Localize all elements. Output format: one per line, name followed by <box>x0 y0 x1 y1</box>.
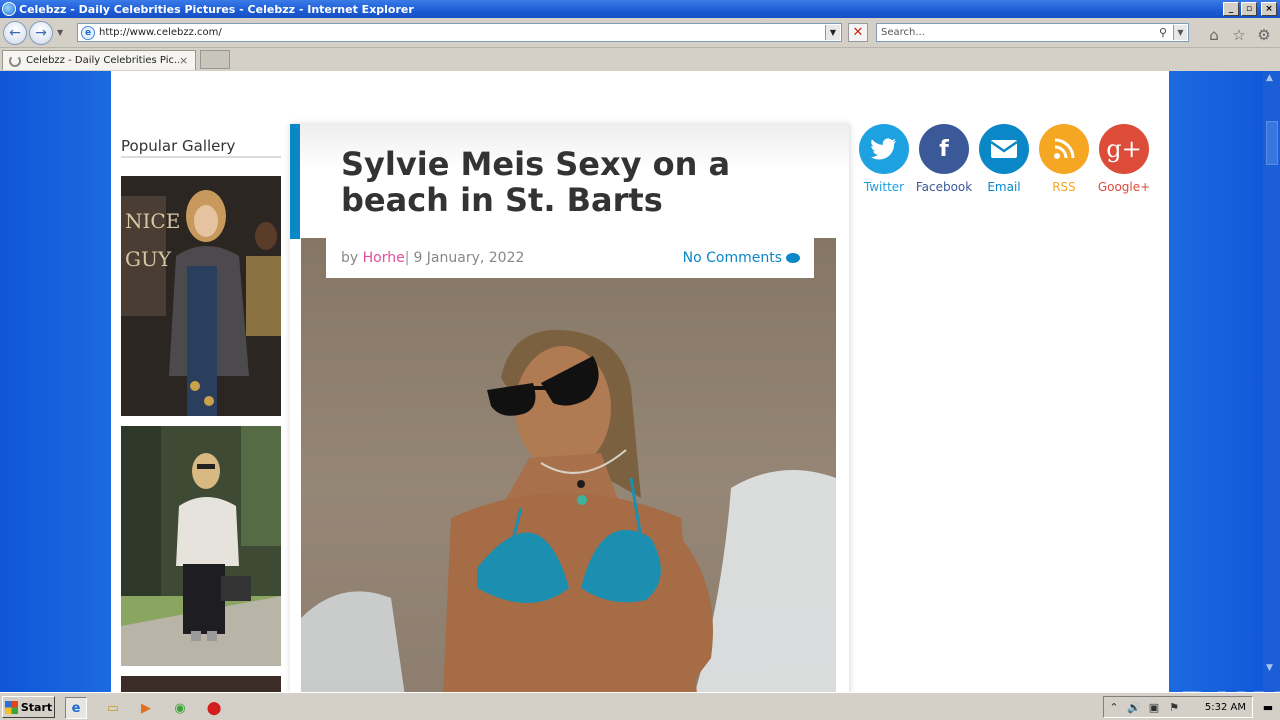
back-button[interactable]: ← <box>3 20 27 45</box>
forward-arrow-icon: → <box>35 24 47 41</box>
minimize-button[interactable]: _ <box>1223 2 1239 16</box>
tray-clock[interactable]: 5:32 AM <box>1205 702 1246 713</box>
facebook-icon[interactable]: f <box>919 124 969 174</box>
social-email[interactable]: Email <box>979 124 1029 194</box>
popular-gallery-heading: Popular Gallery <box>121 137 281 158</box>
twitter-label[interactable]: Twitter <box>864 180 904 194</box>
gallery-thumbnail-1[interactable]: NICE GUY <box>121 176 281 416</box>
restore-button[interactable]: ▫ <box>1241 2 1257 16</box>
web-viewport: Popular Gallery NICE GUY Sylvie Meis Sex… <box>0 71 1280 692</box>
gallery-thumbnail-2[interactable] <box>121 426 281 666</box>
tools-gear-icon[interactable]: ⚙ <box>1255 26 1273 44</box>
scroll-up-icon[interactable]: ▲ <box>1266 73 1273 83</box>
article-accent-bar <box>290 124 300 239</box>
tab-bar: Celebzz - Daily Celebrities Pic... × <box>0 48 1280 71</box>
search-box[interactable]: Search... ⚲ ▼ <box>876 23 1189 42</box>
loading-spinner-icon <box>9 54 21 67</box>
forward-button[interactable]: → <box>29 20 53 45</box>
author-link[interactable]: Horhe <box>363 250 405 266</box>
article-title[interactable]: Sylvie Meis Sexy on a beach in St. Barts <box>341 146 761 218</box>
svg-text:NICE: NICE <box>125 209 180 233</box>
search-dropdown-icon[interactable]: ▼ <box>1173 25 1187 40</box>
google-plus-icon[interactable]: g+ <box>1099 124 1149 174</box>
address-url[interactable]: http://www.celebzz.com/ <box>99 27 825 38</box>
by-label: by <box>341 250 359 266</box>
article-meta-bar: by Horhe | 9 January, 2022 No Comments <box>326 238 814 278</box>
social-links: Twitter f Facebook Email RSS g+ Google+ <box>859 124 1150 194</box>
taskbar-explorer-icon[interactable]: ▭ <box>102 697 124 719</box>
favorites-icon[interactable]: ☆ <box>1230 26 1248 44</box>
taskbar-chrome-icon[interactable]: ◉ <box>169 697 191 719</box>
window-title: Celebzz - Daily Celebrities Pictures - C… <box>19 2 414 16</box>
right-sidebar-divider <box>849 124 850 692</box>
navigation-bar: ← → ▼ e http://www.celebzz.com/ ▼ ✕ Sear… <box>0 18 1280 48</box>
social-googleplus[interactable]: g+ Google+ <box>1098 124 1150 194</box>
svg-text:GUY: GUY <box>125 247 172 271</box>
history-dropdown-icon[interactable]: ▼ <box>57 28 63 37</box>
action-center-flag-icon[interactable]: ⚑ <box>1164 701 1184 714</box>
address-dropdown-icon[interactable]: ▼ <box>825 25 840 40</box>
article-card: Sylvie Meis Sexy on a beach in St. Barts <box>290 124 850 692</box>
taskbar-media-player-icon[interactable]: ▶ <box>135 697 157 719</box>
comments-link[interactable]: No Comments <box>683 250 800 266</box>
home-icon[interactable]: ⌂ <box>1205 26 1223 44</box>
window-title-bar: Celebzz - Daily Celebrities Pictures - C… <box>0 0 1280 18</box>
article-photo[interactable] <box>301 238 836 692</box>
network-icon[interactable]: ▣ <box>1144 701 1164 714</box>
address-bar[interactable]: e http://www.celebzz.com/ ▼ <box>77 23 842 42</box>
tab-close-icon[interactable]: × <box>179 54 191 67</box>
stop-button[interactable]: ✕ <box>848 23 868 42</box>
google-plus-label[interactable]: Google+ <box>1098 180 1150 194</box>
search-icon[interactable]: ⚲ <box>1159 26 1173 39</box>
start-label[interactable]: Start <box>21 701 52 714</box>
taskbar-ie-icon[interactable]: e <box>65 697 87 719</box>
twitter-icon[interactable] <box>859 124 909 174</box>
rss-icon[interactable] <box>1039 124 1089 174</box>
comments-label[interactable]: No Comments <box>683 250 782 266</box>
tray-expand-icon[interactable]: ⌃ <box>1104 701 1124 714</box>
email-label[interactable]: Email <box>987 180 1020 194</box>
scroll-down-icon[interactable]: ▼ <box>1266 663 1273 673</box>
close-window-button[interactable]: × <box>1261 2 1277 16</box>
taskbar: Start e ▭ ▶ ◉ ⬤ ⌃ 🔊 ▣ ⚑ 5:32 AM ▬ <box>0 692 1280 720</box>
social-rss[interactable]: RSS <box>1039 124 1089 194</box>
page-icon: e <box>81 25 95 40</box>
back-arrow-icon: ← <box>9 24 21 41</box>
scrollbar-thumb[interactable] <box>1266 121 1278 165</box>
facebook-label[interactable]: Facebook <box>916 180 972 194</box>
volume-icon[interactable]: 🔊 <box>1124 701 1144 714</box>
web-page: Popular Gallery NICE GUY Sylvie Meis Sex… <box>111 71 1169 692</box>
taskbar-opera-icon[interactable]: ⬤ <box>203 697 225 719</box>
anyrun-watermark: ANY▷RUN <box>1038 683 1280 692</box>
tab-label: Celebzz - Daily Celebrities Pic... <box>26 55 179 66</box>
show-desktop-icon[interactable]: ▬ <box>1258 696 1278 718</box>
social-facebook[interactable]: f Facebook <box>916 124 972 194</box>
new-tab-button[interactable] <box>200 50 230 69</box>
start-button[interactable]: Start <box>2 696 55 718</box>
search-input[interactable]: Search... <box>877 27 1159 38</box>
system-tray: ⌃ 🔊 ▣ ⚑ 5:32 AM <box>1103 696 1253 718</box>
rss-label[interactable]: RSS <box>1052 180 1076 194</box>
internet-explorer-icon <box>2 2 16 16</box>
article-date: 9 January, 2022 <box>413 250 525 266</box>
comment-bubble-icon <box>786 253 800 263</box>
tab-celebzz[interactable]: Celebzz - Daily Celebrities Pic... × <box>2 50 196 70</box>
email-icon[interactable] <box>979 124 1029 174</box>
meta-separator: | <box>404 250 410 266</box>
windows-logo-icon <box>4 700 18 714</box>
page-scrollbar[interactable]: ▲ ▼ <box>1263 71 1280 692</box>
gallery-thumbnail-3[interactable] <box>121 676 281 692</box>
social-twitter[interactable]: Twitter <box>859 124 909 194</box>
